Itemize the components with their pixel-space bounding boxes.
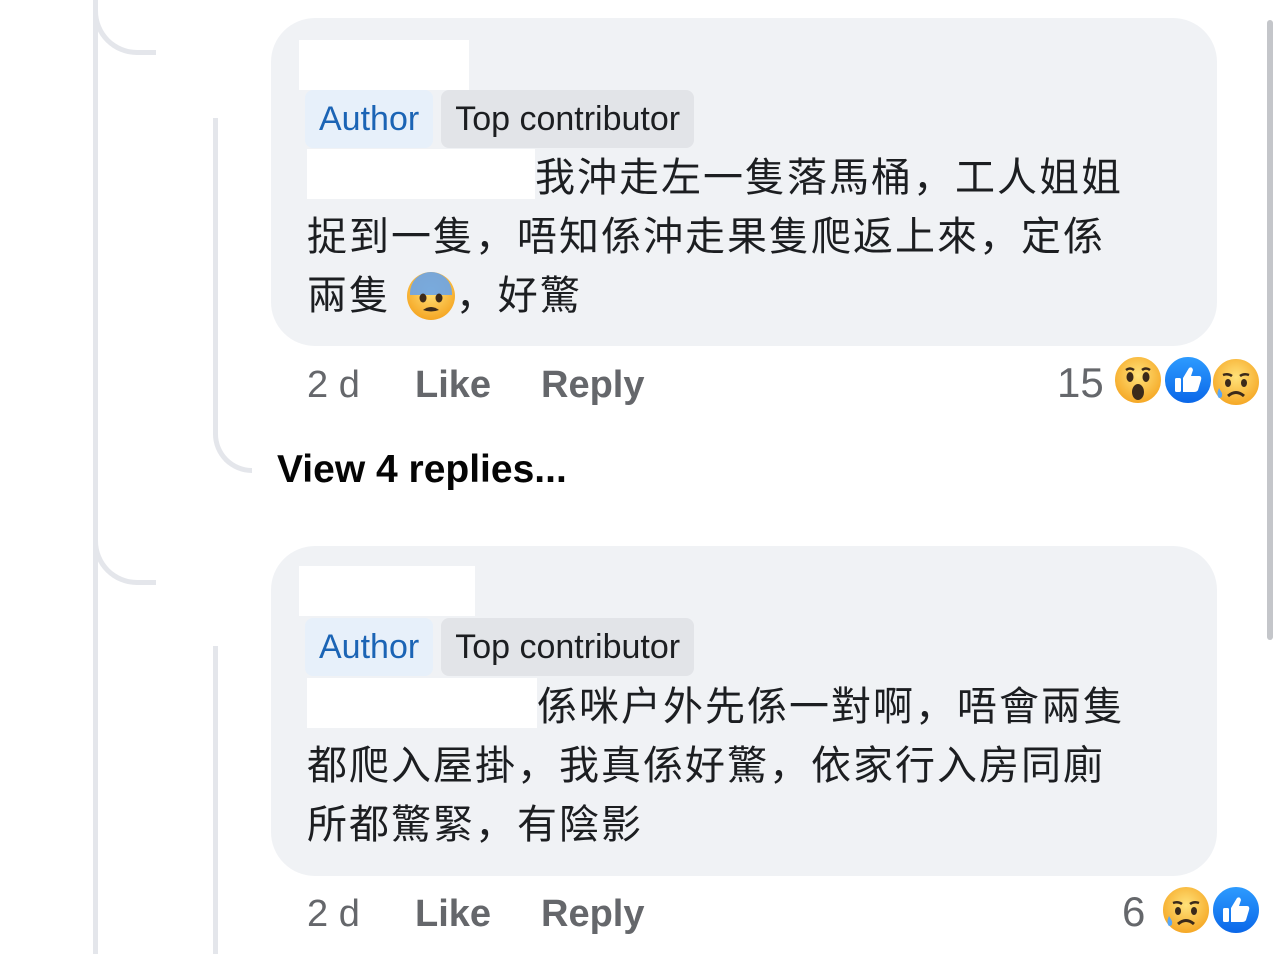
mention-redacted[interactable] xyxy=(307,678,537,728)
author-badge: Author xyxy=(305,90,434,148)
comment-text: 我沖走左一隻落馬桶，工人姐姐 捉到一隻，唔知係沖走果隻爬返上來，定係 兩隻 ，好… xyxy=(307,149,1187,338)
reply-button[interactable]: Reply xyxy=(541,893,644,936)
comment-line: 兩隻 ，好驚 xyxy=(307,267,1187,338)
reaction-count[interactable]: 15 xyxy=(1057,359,1104,407)
comment-line: 我沖走左一隻落馬桶，工人姐姐 xyxy=(307,149,1187,208)
mention-redacted[interactable] xyxy=(307,149,535,199)
reaction-count[interactable]: 6 xyxy=(1122,888,1145,936)
sad-reaction-icon xyxy=(1210,356,1262,408)
thread-curve-reply xyxy=(213,410,252,473)
thread-curve-top xyxy=(93,0,156,55)
comment-time: 2 d xyxy=(307,893,360,935)
thread-line-reply xyxy=(213,118,218,418)
like-reaction-icon xyxy=(1210,884,1262,936)
comment-bubble: Author Top contributor 係咪户外先係一對啊，唔會兩隻 都爬… xyxy=(271,546,1217,876)
view-replies-link[interactable]: View 4 replies... xyxy=(277,448,567,492)
comment-line: 所都驚緊，有陰影 xyxy=(307,802,643,848)
badge-row: Author Top contributor xyxy=(305,618,695,676)
comment-line: 捉到一隻，唔知係沖走果隻爬返上來，定係 xyxy=(307,214,1105,260)
badge-row: Author Top contributor xyxy=(305,90,695,148)
top-contributor-badge: Top contributor xyxy=(441,618,695,676)
thread-curve-mid xyxy=(93,500,156,585)
comment-bubble: Author Top contributor 我沖走左一隻落馬桶，工人姐姐 捉到… xyxy=(271,18,1217,346)
thread-line-outer xyxy=(93,0,98,954)
comment-line: 係咪户外先係一對啊，唔會兩隻 xyxy=(307,678,1187,737)
like-reaction-icon xyxy=(1162,354,1214,406)
thread-line-reply-2 xyxy=(213,646,218,954)
fearful-face-icon xyxy=(406,271,456,338)
reply-button[interactable]: Reply xyxy=(541,364,644,407)
sad-reaction-icon xyxy=(1160,884,1212,936)
wow-reaction-icon xyxy=(1112,354,1164,406)
like-button[interactable]: Like xyxy=(415,364,491,407)
author-name-redacted[interactable] xyxy=(299,40,469,90)
comment-text: 係咪户外先係一對啊，唔會兩隻 都爬入屋掛，我真係好驚，依家行入房同廁 所都驚緊，… xyxy=(307,678,1187,855)
comment-time: 2 d xyxy=(307,364,360,406)
comment-line: 都爬入屋掛，我真係好驚，依家行入房同廁 xyxy=(307,743,1105,789)
top-contributor-badge: Top contributor xyxy=(441,90,695,148)
scrollbar[interactable] xyxy=(1267,20,1273,640)
author-badge: Author xyxy=(305,618,434,676)
like-button[interactable]: Like xyxy=(415,893,491,936)
author-name-redacted[interactable] xyxy=(299,566,475,616)
